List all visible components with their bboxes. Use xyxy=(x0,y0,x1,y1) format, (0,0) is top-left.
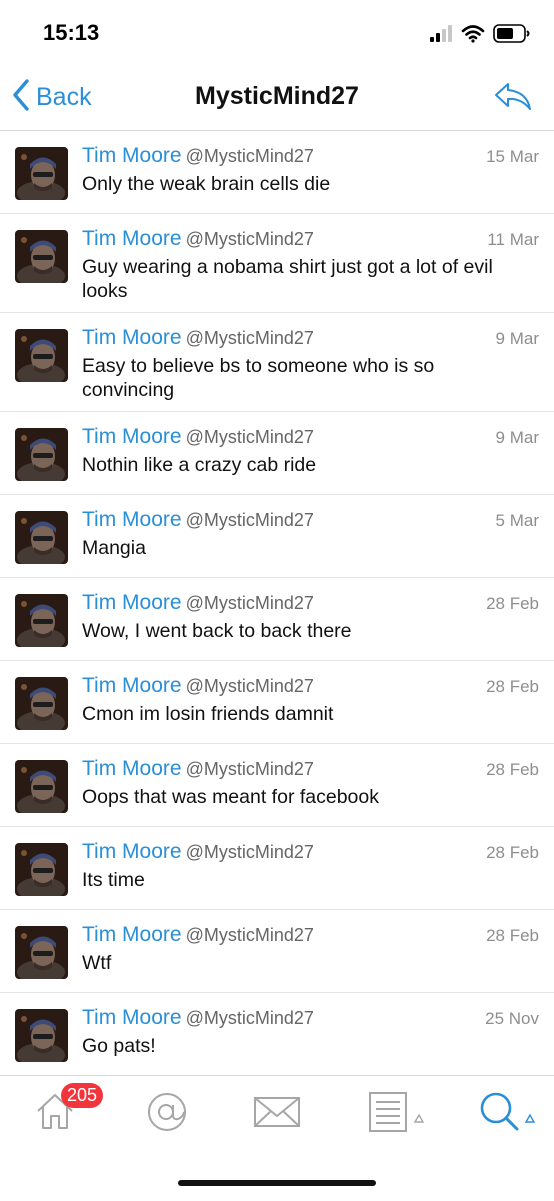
tweet-text: Guy wearing a nobama shirt just got a lo… xyxy=(82,256,493,302)
author-handle: @MysticMind27 xyxy=(185,229,314,249)
avatar[interactable] xyxy=(15,594,68,647)
tweet-date: 28 Feb xyxy=(486,760,539,779)
avatar[interactable] xyxy=(15,428,68,481)
tab-messages[interactable] xyxy=(253,1090,303,1140)
tweet-row[interactable]: Tim Moore @MysticMind27 28 Feb Wtf xyxy=(0,910,554,993)
author-name[interactable]: Tim Moore xyxy=(82,674,182,697)
author-name[interactable]: Tim Moore xyxy=(82,1006,182,1029)
tweet-row[interactable]: Tim Moore @MysticMind27 28 Feb Oops that w… xyxy=(0,744,554,827)
tab-mentions[interactable] xyxy=(145,1090,191,1140)
nav-bar: Back MysticMind27 xyxy=(0,66,554,131)
tweet-date: 9 Mar xyxy=(495,329,539,348)
tweet-text: Wow, I went back to back there xyxy=(82,620,352,642)
author-handle: @MysticMind27 xyxy=(185,842,314,862)
tweet-row[interactable]: Tim Moore @MysticMind27 9 Mar Easy to beli… xyxy=(0,313,554,412)
lists-icon xyxy=(368,1092,428,1138)
author-name[interactable]: Tim Moore xyxy=(82,591,182,614)
tweet-list: Tim Moore @MysticMind27 15 Mar Only the we… xyxy=(0,131,554,1076)
tweet-row[interactable]: Tim Moore @MysticMind27 28 Feb Cmon im los… xyxy=(0,661,554,744)
home-indicator xyxy=(178,1180,376,1186)
author-handle: @MysticMind27 xyxy=(185,925,314,945)
author-name[interactable]: Tim Moore xyxy=(82,840,182,863)
page-title: MysticMind27 xyxy=(195,82,359,110)
tweet-text: Cmon im losin friends damnit xyxy=(82,703,334,725)
avatar[interactable] xyxy=(15,926,68,979)
tab-search[interactable] xyxy=(478,1090,538,1140)
tweet-date: 28 Feb xyxy=(486,677,539,696)
tweet-row[interactable]: Tim Moore @MysticMind27 28 Feb Its time xyxy=(0,827,554,910)
tweet-date: 28 Feb xyxy=(486,843,539,862)
avatar[interactable] xyxy=(15,329,68,382)
avatar[interactable] xyxy=(15,230,68,283)
author-handle: @MysticMind27 xyxy=(185,759,314,779)
tweet-text: Wtf xyxy=(82,952,112,974)
tweet-date: 28 Feb xyxy=(486,594,539,613)
reply-button[interactable] xyxy=(494,82,532,117)
author-handle: @MysticMind27 xyxy=(185,146,314,166)
reply-icon xyxy=(494,83,532,116)
tab-home[interactable]: 205 xyxy=(30,1083,110,1140)
tweet-row[interactable]: Tim Moore @MysticMind27 9 Mar Nothin like … xyxy=(0,412,554,495)
tweet-date: 11 Mar xyxy=(487,230,539,249)
status-bar: 15:13 xyxy=(0,0,554,66)
tweet-date: 25 Nov xyxy=(485,1009,539,1028)
tweet-row[interactable]: Tim Moore @MysticMind27 25 Nov Go pats! xyxy=(0,993,554,1076)
tweet-text: Nothin like a crazy cab ride xyxy=(82,454,317,476)
author-handle: @MysticMind27 xyxy=(185,328,314,348)
avatar[interactable] xyxy=(15,511,68,564)
status-icons xyxy=(430,22,532,46)
author-name[interactable]: Tim Moore xyxy=(82,227,182,250)
tweet-row[interactable]: Tim Moore @MysticMind27 5 Mar Mangia xyxy=(0,495,554,578)
status-time: 15:13 xyxy=(43,20,100,45)
author-name[interactable]: Tim Moore xyxy=(82,757,182,780)
tweet-text: Its time xyxy=(82,869,145,891)
author-name[interactable]: Tim Moore xyxy=(82,425,182,448)
tweet-text: Only the weak brain cells die xyxy=(82,173,331,195)
tweet-row[interactable]: Tim Moore @MysticMind27 28 Feb Wow, I went… xyxy=(0,578,554,661)
avatar[interactable] xyxy=(15,760,68,813)
search-icon xyxy=(478,1092,538,1138)
author-handle: @MysticMind27 xyxy=(185,676,314,696)
tweet-date: 15 Mar xyxy=(486,147,539,166)
tweet-date: 28 Feb xyxy=(486,926,539,945)
mentions-icon xyxy=(145,1093,189,1138)
tweet-row[interactable]: Tim Moore @MysticMind27 15 Mar Only the we… xyxy=(0,131,554,214)
tweet-text: Mangia xyxy=(82,537,146,559)
notification-badge: 205 xyxy=(61,1083,104,1108)
tweet-date: 5 Mar xyxy=(495,511,539,530)
author-handle: @MysticMind27 xyxy=(185,427,314,447)
avatar[interactable] xyxy=(15,677,68,730)
author-name[interactable]: Tim Moore xyxy=(82,326,182,349)
author-handle: @MysticMind27 xyxy=(185,593,314,613)
author-handle: @MysticMind27 xyxy=(185,1008,314,1028)
author-name[interactable]: Tim Moore xyxy=(82,923,182,946)
avatar[interactable] xyxy=(15,843,68,896)
avatar[interactable] xyxy=(15,1009,68,1062)
tab-lists[interactable] xyxy=(368,1090,428,1140)
tweet-text: Oops that was meant for facebook xyxy=(82,786,379,808)
author-name[interactable]: Tim Moore xyxy=(82,508,182,531)
avatar[interactable] xyxy=(15,147,68,200)
battery-icon xyxy=(493,24,530,43)
signal-icon xyxy=(430,25,452,42)
tweet-text: Go pats! xyxy=(82,1035,156,1057)
messages-icon xyxy=(253,1097,301,1138)
tweet-text: Easy to believe bs to someone who is so … xyxy=(82,355,435,401)
tweet-row[interactable]: Tim Moore @MysticMind27 11 Mar Guy wearing… xyxy=(0,214,554,313)
author-name[interactable]: Tim Moore xyxy=(82,144,182,167)
author-handle: @MysticMind27 xyxy=(185,510,314,530)
wifi-icon xyxy=(461,25,485,43)
tweet-date: 9 Mar xyxy=(495,428,539,447)
